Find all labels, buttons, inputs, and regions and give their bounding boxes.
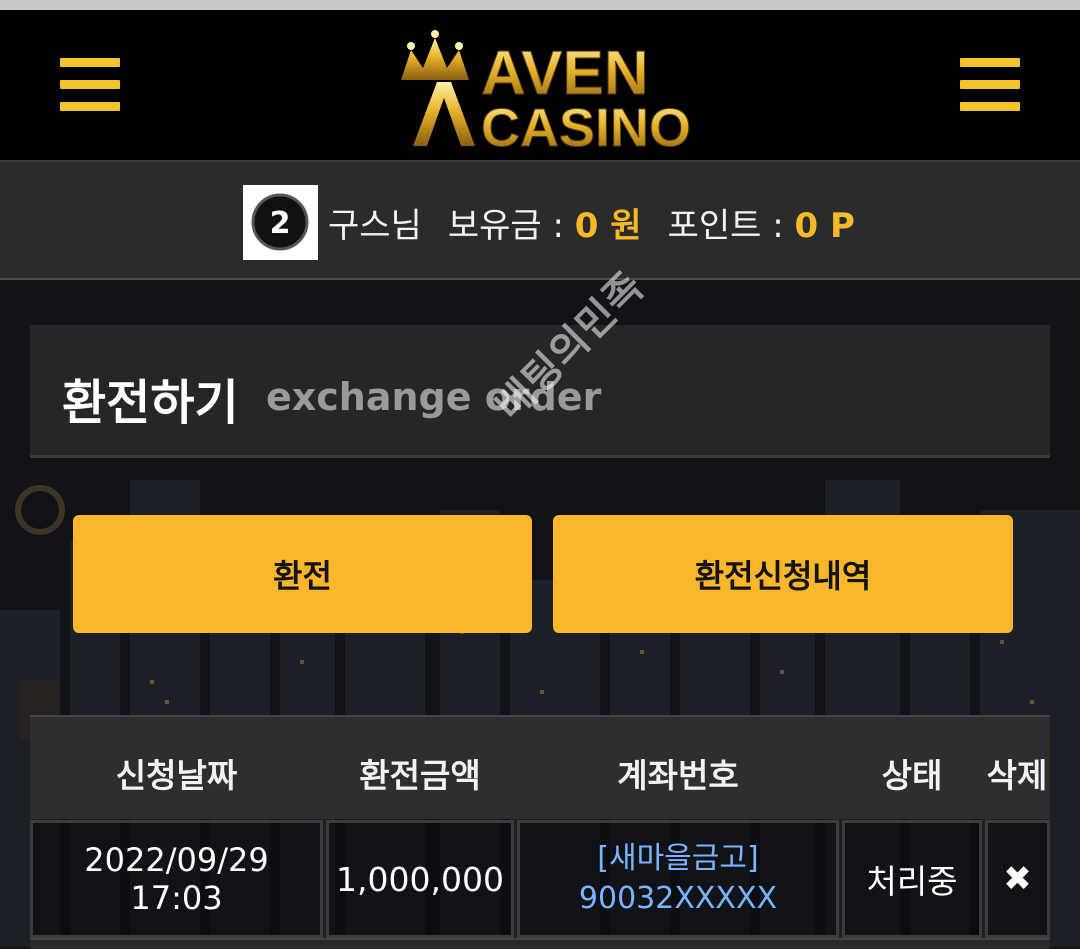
account-number: 90032XXXXX <box>578 881 778 916</box>
column-header-account: 계좌번호 <box>617 756 739 795</box>
exchange-button[interactable]: 환전 <box>73 515 532 633</box>
column-header-amount: 환전금액 <box>359 756 481 795</box>
table-row: 2022/09/29 17:03 1,000,000 [새마을금고] 90032… <box>30 820 1050 947</box>
status-text: 처리중 <box>866 862 958 901</box>
column-header-delete: 삭제 <box>986 756 1048 795</box>
user-summary: 구스님 보유금 : 0 원 포인트 : 0 P <box>328 198 855 247</box>
points-value: 0 P <box>794 206 855 246</box>
status-cell: 처리중 <box>842 820 982 938</box>
balance-value: 0 원 <box>574 206 642 246</box>
column-header-status: 상태 <box>881 756 943 795</box>
logo-a-glyph <box>413 82 475 146</box>
app-header: AVEN CASINO <box>0 10 1080 162</box>
level-avatar: 2 <box>243 185 318 260</box>
request-date-cell: 2022/09/29 17:03 <box>30 820 323 938</box>
amount-cell: 1,000,000 <box>326 820 514 938</box>
delete-icon[interactable]: ✖ <box>1003 859 1032 899</box>
page-title: 환전하기 <box>62 375 239 431</box>
exchange-amount: 1,000,000 <box>336 859 504 899</box>
points-label: 포인트 : <box>667 206 784 246</box>
crown-icon <box>401 30 469 80</box>
user-info-bar: 2 구스님 보유금 : 0 원 포인트 : 0 P <box>0 162 1080 280</box>
delete-cell[interactable]: ✖ <box>985 820 1050 938</box>
bank-name: [새마을금고] <box>597 841 759 876</box>
left-menu-button[interactable] <box>60 58 120 111</box>
request-time: 17:03 <box>130 879 223 917</box>
aven-casino-logo[interactable]: AVEN CASINO <box>395 28 692 159</box>
hamburger-line <box>60 102 120 111</box>
table-header: 신청날짜 환전금액 계좌번호 상태 삭제 <box>30 715 1050 819</box>
hamburger-line <box>60 80 120 89</box>
hamburger-line <box>60 58 120 67</box>
username: 구스님 <box>328 206 422 246</box>
level-number: 2 <box>270 206 291 241</box>
hamburger-line <box>960 102 1020 111</box>
table-row-partial <box>30 938 1050 949</box>
hamburger-line <box>960 58 1020 67</box>
account-cell: [새마을금고] 90032XXXXX <box>517 820 839 938</box>
right-menu-button[interactable] <box>960 58 1020 111</box>
request-date: 2022/09/29 <box>84 841 269 879</box>
logo-casino-text: CASINO <box>481 98 690 148</box>
balance-label: 보유금 : <box>447 206 564 246</box>
exchange-history-button[interactable]: 환전신청내역 <box>553 515 1013 633</box>
column-header-date: 신청날짜 <box>115 756 238 795</box>
level-badge-icon: 2 <box>251 193 309 251</box>
status-strip <box>0 0 1080 10</box>
logo-graphic: AVEN CASINO <box>401 30 692 159</box>
hamburger-line <box>960 80 1020 89</box>
